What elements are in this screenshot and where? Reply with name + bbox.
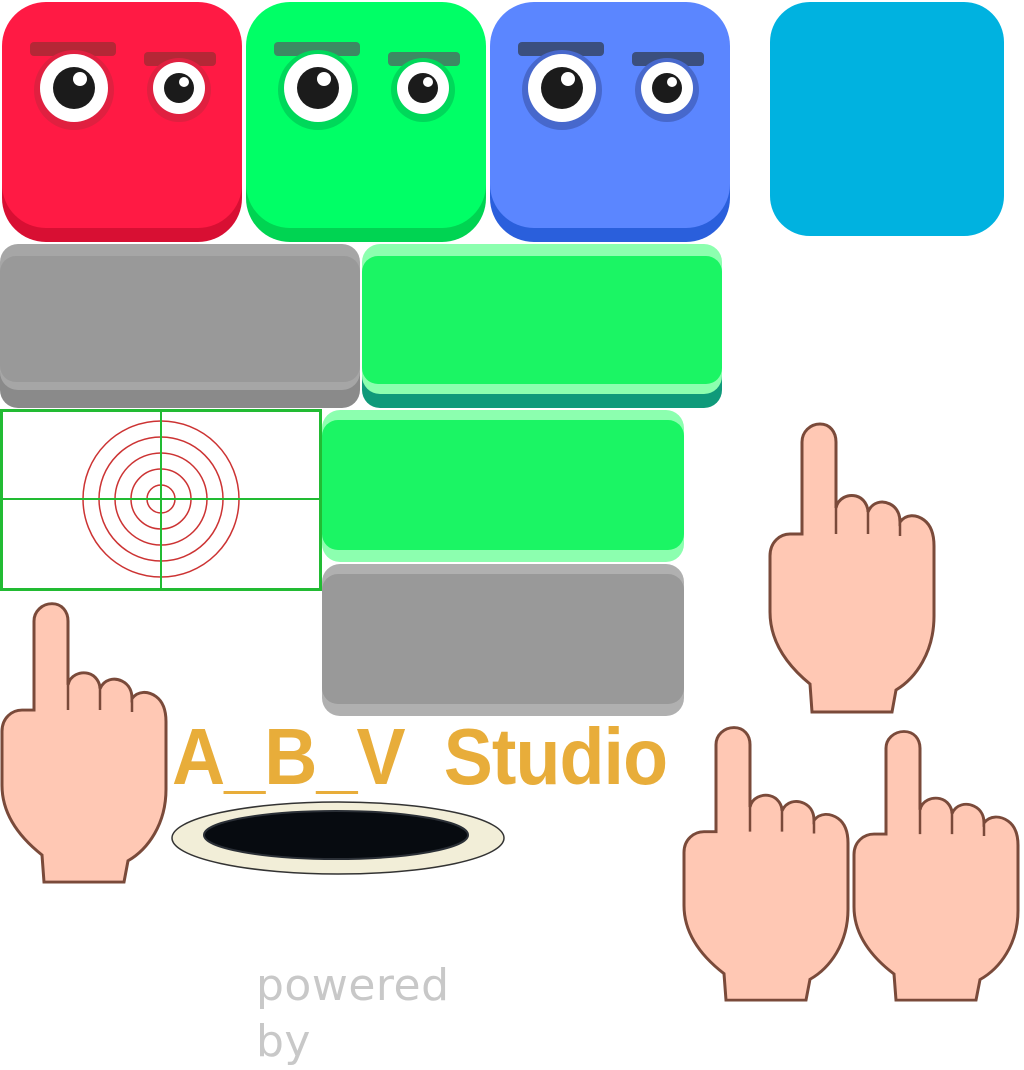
pointing-hand-icon	[682, 720, 854, 1002]
gray-button-sprite	[0, 244, 360, 408]
pointing-hand-icon	[0, 596, 172, 884]
target-crosshair	[0, 409, 322, 591]
plain-blue-tile	[770, 2, 1004, 236]
pointing-hand-icon	[768, 416, 940, 714]
pointing-hand-icon	[852, 724, 1024, 1002]
green-face-block	[246, 2, 486, 242]
red-face-block	[2, 2, 242, 242]
green-button-sprite	[362, 244, 722, 408]
powered-by-text: powered by	[256, 960, 450, 1067]
hole-sprite	[170, 800, 506, 876]
gray-button-sprite-small	[322, 564, 684, 716]
studio-logo: A_B_V Studio	[172, 712, 668, 801]
green-button-sprite-small	[322, 410, 684, 562]
blue-face-block	[490, 2, 730, 242]
